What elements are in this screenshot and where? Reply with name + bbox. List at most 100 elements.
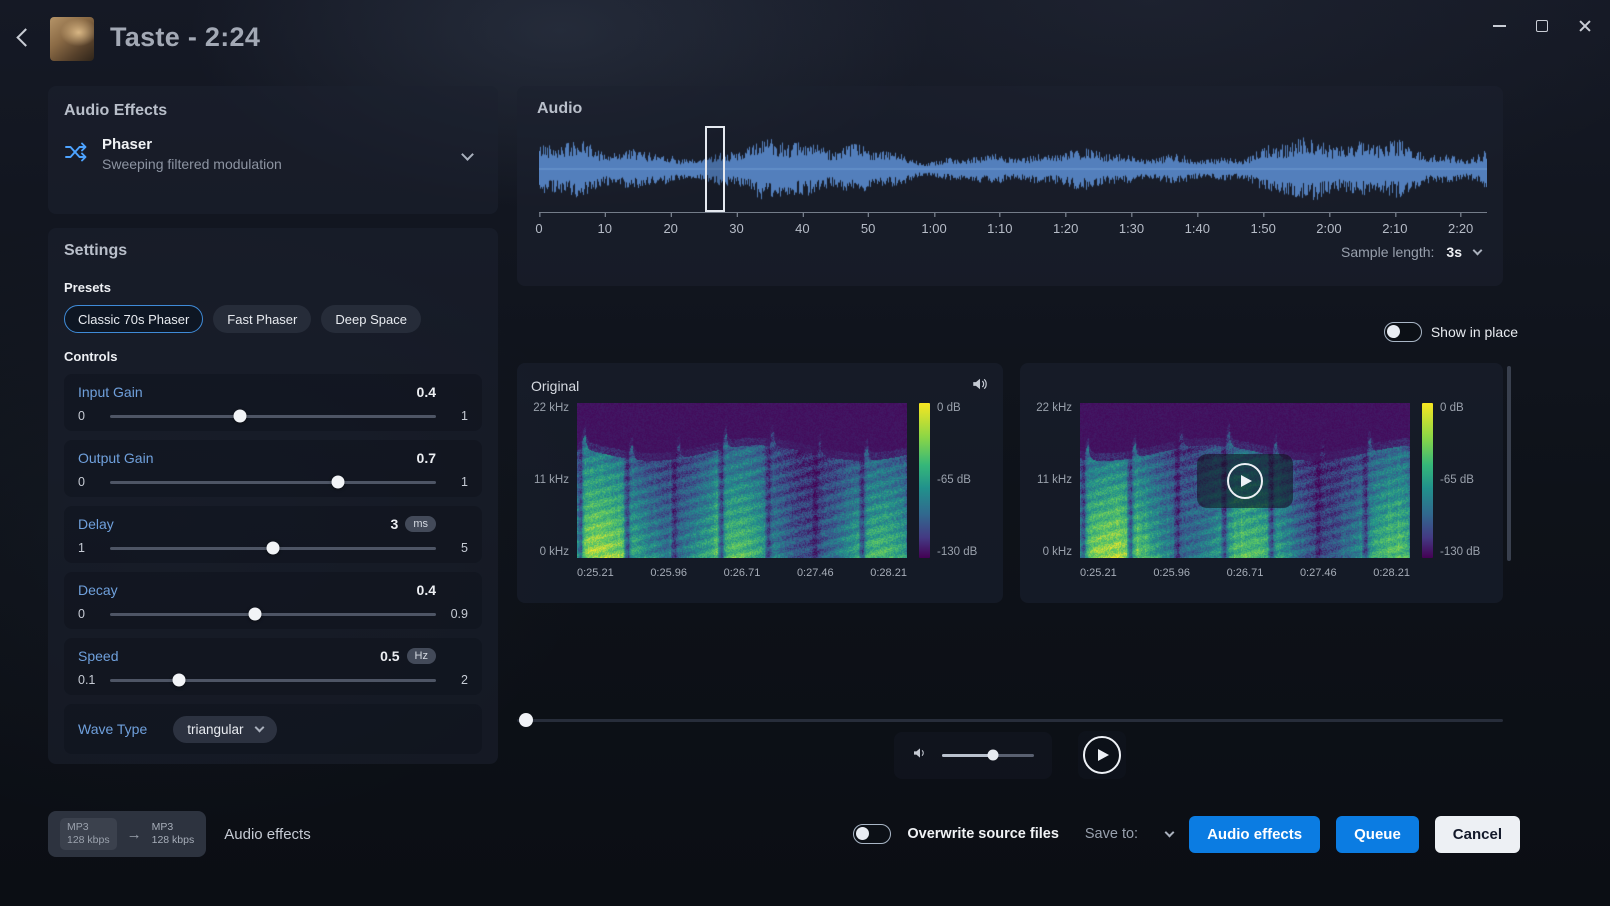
time-tick: 1:30: [1119, 221, 1144, 236]
slider-handle-decay[interactable]: [248, 608, 261, 621]
volume-icon[interactable]: [912, 745, 928, 766]
play-overlay-box[interactable]: [1197, 454, 1293, 508]
minimize-icon: [1493, 25, 1506, 27]
target-format: MP3 128 kbps: [152, 821, 195, 847]
slider-track-output-gain[interactable]: [110, 481, 436, 484]
slider-min: 0: [78, 409, 100, 423]
scrollbar-thumb[interactable]: [1507, 366, 1511, 561]
slider-track-input-gain[interactable]: [110, 415, 436, 418]
slider-track-decay[interactable]: [110, 613, 436, 616]
slider-min: 1: [78, 541, 100, 555]
db-colorbar: [1422, 403, 1433, 558]
time-tick: 20: [663, 221, 677, 236]
spectrogram-time-axis: 0:25.21 0:25.96 0:26.71 0:27.46 0:28.21: [577, 567, 907, 579]
slider-max: 0.9: [446, 607, 468, 621]
freq-tick: 22 kHz: [1036, 403, 1072, 414]
wave-type-label: Wave Type: [78, 721, 147, 737]
preset-fast-phaser[interactable]: Fast Phaser: [213, 305, 311, 333]
chevron-left-icon: [16, 28, 34, 46]
time-tick: 0:27.46: [1300, 567, 1337, 579]
control-output-gain: Output Gain0.701: [64, 440, 482, 497]
volume-control[interactable]: [894, 732, 1052, 779]
save-to-control[interactable]: Save to:: [1085, 826, 1173, 842]
seek-track[interactable]: [517, 719, 1503, 722]
slider-track-delay[interactable]: [110, 547, 436, 550]
slider-handle-delay[interactable]: [267, 542, 280, 555]
db-tick: 0 dB: [1440, 403, 1480, 414]
control-decay: Decay0.400.9: [64, 572, 482, 629]
back-button[interactable]: [12, 26, 38, 52]
transport-controls: [517, 731, 1503, 779]
play-button-wrap: [1078, 731, 1126, 779]
slider-max: 5: [446, 541, 468, 555]
queue-button[interactable]: Queue: [1336, 816, 1419, 853]
shuffle-icon: [64, 140, 88, 169]
maximize-button[interactable]: [1536, 20, 1548, 32]
audio-panel: Audio 010203040501:001:101:201:301:401:5…: [517, 86, 1503, 286]
time-tick: 1:00: [921, 221, 946, 236]
close-button[interactable]: [1578, 19, 1592, 33]
processed-spectrogram-card: 22 kHz 11 kHz 0 kHz 0 dB -65 dB -130 dB …: [1020, 363, 1503, 603]
time-tick: 30: [729, 221, 743, 236]
slider-handle-input-gain[interactable]: [234, 410, 247, 423]
control-value: 0.5: [380, 648, 399, 664]
seek-handle[interactable]: [519, 713, 533, 727]
show-in-place-control: Show in place: [1384, 322, 1518, 342]
control-label: Decay: [78, 582, 118, 598]
effect-selector[interactable]: Phaser Sweeping filtered modulation: [64, 136, 482, 172]
presets-label: Presets: [64, 280, 482, 295]
control-label: Output Gain: [78, 450, 154, 466]
slider-min: 0: [78, 475, 100, 489]
cancel-button[interactable]: Cancel: [1435, 816, 1520, 853]
slider-track-speed[interactable]: [110, 679, 436, 682]
effect-description: Sweeping filtered modulation: [102, 156, 282, 172]
time-tick: 0:27.46: [797, 567, 834, 579]
slider-handle-speed[interactable]: [172, 674, 185, 687]
time-tick: 1:10: [987, 221, 1012, 236]
control-input-gain: Input Gain0.401: [64, 374, 482, 431]
save-to-label: Save to:: [1085, 826, 1138, 842]
source-format-name: MP3: [67, 821, 110, 834]
db-tick: -130 dB: [937, 547, 977, 558]
unit-badge: ms: [405, 516, 436, 532]
volume-handle[interactable]: [987, 750, 998, 761]
sample-length-value[interactable]: 3s: [1446, 244, 1462, 260]
time-tick: 2:00: [1316, 221, 1341, 236]
time-tick: 0:25.21: [1080, 567, 1117, 579]
show-in-place-toggle[interactable]: [1384, 322, 1422, 342]
overwrite-toggle[interactable]: [853, 824, 891, 844]
frequency-axis: 22 kHz 11 kHz 0 kHz: [531, 403, 577, 558]
time-tick: 0:26.71: [724, 567, 761, 579]
play-button[interactable]: [1083, 736, 1121, 774]
control-value: 0.4: [417, 582, 436, 598]
chevron-down-icon[interactable]: [461, 148, 474, 161]
control-delay: Delay3ms15: [64, 506, 482, 563]
target-bitrate: 128 kbps: [152, 834, 195, 847]
preset-classic-70s-phaser[interactable]: Classic 70s Phaser: [64, 305, 203, 333]
waveform[interactable]: [539, 130, 1487, 208]
effect-name: Phaser: [102, 136, 282, 153]
slider-handle-output-gain[interactable]: [332, 476, 345, 489]
volume-slider[interactable]: [942, 754, 1034, 757]
audio-effects-button[interactable]: Audio effects: [1189, 816, 1320, 853]
freq-tick: 11 kHz: [534, 475, 569, 486]
unit-badge: Hz: [407, 648, 436, 664]
toggle-knob: [1387, 325, 1400, 338]
playback-seek-bar[interactable]: [517, 712, 1503, 728]
time-axis: 010203040501:001:101:201:301:401:502:002…: [539, 212, 1487, 244]
waveform-canvas: [539, 130, 1487, 208]
freq-tick: 22 kHz: [533, 403, 569, 414]
wave-type-select[interactable]: triangular: [173, 716, 276, 743]
original-spectrogram: [577, 403, 907, 558]
source-format: MP3 128 kbps: [60, 818, 117, 850]
db-tick: -65 dB: [1440, 475, 1480, 486]
preset-deep-space[interactable]: Deep Space: [321, 305, 421, 333]
chevron-down-icon[interactable]: [1473, 246, 1483, 256]
sample-length-control[interactable]: Sample length: 3s: [1341, 244, 1481, 260]
toggle-knob: [856, 827, 869, 840]
preview-play-overlay[interactable]: [1080, 403, 1410, 558]
sample-selection-box[interactable]: [705, 126, 725, 212]
minimize-button[interactable]: [1493, 25, 1506, 27]
volume-icon[interactable]: [971, 375, 989, 398]
footer-bar: MP3 128 kbps → MP3 128 kbps Audio effect…: [48, 806, 1520, 862]
